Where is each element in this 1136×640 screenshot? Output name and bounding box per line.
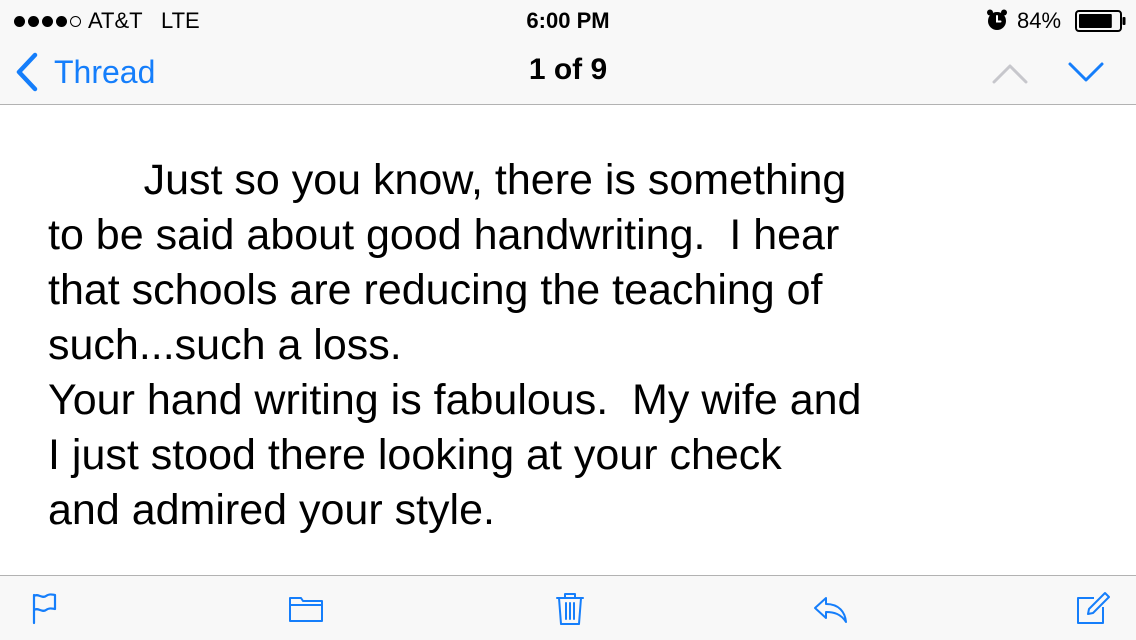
alarm-clock-icon — [987, 9, 1007, 30]
message-line: that schools are reducing the teaching o… — [48, 266, 823, 314]
bottom-toolbar — [0, 575, 1136, 640]
message-line: and admired your style. — [48, 486, 495, 534]
message-line: such...such a loss. — [48, 321, 402, 369]
message-line: Your hand writing is fabulous. My wife a… — [48, 376, 862, 424]
reply-button[interactable] — [812, 590, 848, 626]
status-time: 6:00 PM — [526, 8, 610, 33]
reply-icon — [814, 597, 847, 623]
message-line: to be said about good handwriting. I hea… — [48, 211, 840, 259]
mail-message-screen: AT&T LTE 6:00 PM 84% Thread 1 of 9 Just … — [0, 0, 1136, 640]
flag-button[interactable] — [26, 590, 62, 626]
folder-icon — [289, 597, 323, 622]
status-bar: AT&T LTE 6:00 PM 84% — [0, 0, 1136, 40]
battery-percentage: 84% — [1017, 8, 1062, 33]
compose-icon — [1077, 592, 1110, 624]
move-to-folder-button[interactable] — [288, 590, 324, 626]
message-line: Just so you know, there is something — [48, 156, 847, 204]
message-position-title: 1 of 9 — [528, 53, 608, 86]
top-bar: AT&T LTE 6:00 PM 84% Thread 1 of 9 — [0, 0, 1136, 105]
battery-icon — [1075, 10, 1126, 32]
previous-message-button[interactable] — [990, 58, 1030, 88]
compose-button[interactable] — [1074, 590, 1110, 626]
navigation-bar: Thread 1 of 9 — [0, 40, 1136, 104]
message-body: Just so you know, there is something to … — [48, 153, 1048, 538]
trash-icon — [556, 593, 584, 625]
flag-icon — [32, 593, 57, 625]
next-message-button[interactable] — [1066, 58, 1106, 88]
delete-button[interactable] — [552, 590, 588, 626]
message-line: I just stood there looking at your check — [48, 431, 782, 479]
